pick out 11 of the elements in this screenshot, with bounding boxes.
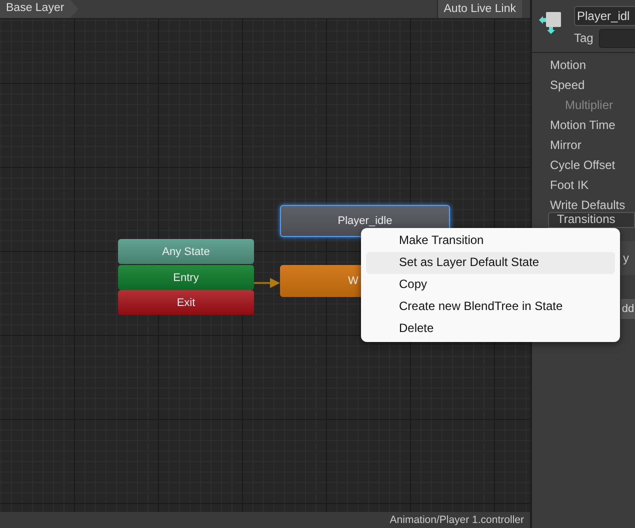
property-label: Motion Time <box>550 117 616 134</box>
transitions-header: Transitions <box>548 212 635 228</box>
tag-label: Tag <box>574 31 594 45</box>
property-label: Mirror <box>550 137 582 154</box>
status-text: Animation/Player 1.controller <box>390 514 524 526</box>
property-label: Foot IK <box>550 177 590 194</box>
property-label: Write Defaults <box>550 197 626 214</box>
property-label: Multiplier <box>564 97 614 114</box>
property-label: Speed <box>550 77 586 94</box>
property-label: Cycle Offset <box>550 157 616 174</box>
property-label: Motion <box>550 57 588 74</box>
